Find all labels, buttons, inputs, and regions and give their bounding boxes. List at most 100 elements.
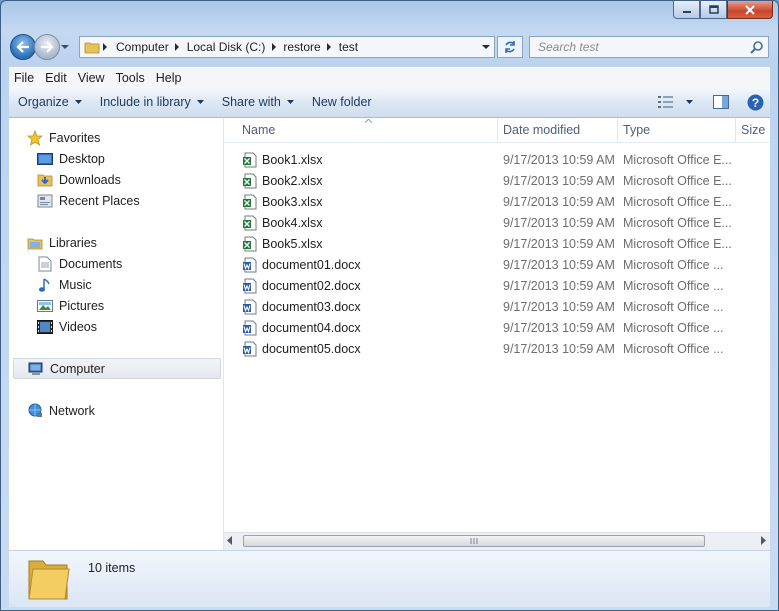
sidebar-item-label: Desktop (59, 151, 105, 166)
sidebar-item-pictures[interactable]: Pictures (37, 295, 104, 316)
breadcrumb-separator[interactable] (325, 43, 335, 51)
sidebar-item-label: Videos (59, 319, 97, 334)
organize-button[interactable]: Organize (9, 87, 91, 117)
sidebar-item-desktop[interactable]: Desktop (37, 148, 105, 169)
scroll-right-arrow-icon[interactable] (761, 536, 767, 545)
preview-pane-button[interactable] (713, 87, 729, 117)
share-with-button[interactable]: Share with (213, 87, 303, 117)
file-date: 9/17/2013 10:59 AM (503, 257, 615, 272)
caption-buttons (673, 1, 773, 21)
sidebar-item-computer[interactable]: Computer (13, 358, 221, 379)
sidebar-item-music[interactable]: Music (37, 274, 92, 295)
file-row[interactable]: Book1.xlsx 9/17/2013 10:59 AM Microsoft … (224, 149, 770, 170)
file-type: Microsoft Office ... (623, 320, 724, 335)
chevron-down-icon (686, 100, 693, 104)
breadcrumb-computer[interactable]: Computer (112, 40, 173, 54)
sidebar-item-label: Pictures (59, 298, 105, 313)
address-dropdown[interactable] (478, 37, 494, 57)
maximize-button[interactable] (700, 1, 727, 19)
file-name: Book5.xlsx (262, 236, 323, 251)
sidebar-item-label: Favorites (49, 130, 101, 145)
star-icon (27, 129, 43, 146)
file-type: Microsoft Office E... (623, 236, 732, 251)
menu-tools[interactable]: Tools (111, 71, 150, 85)
navigation-buttons (10, 34, 70, 60)
videos-icon (37, 319, 53, 335)
breadcrumb-restore[interactable]: restore (279, 40, 324, 54)
sidebar-item-network[interactable]: Network (27, 400, 95, 421)
close-button[interactable] (727, 1, 773, 19)
sidebar-item-downloads[interactable]: Downloads (37, 169, 121, 190)
column-header-type[interactable]: Type (623, 118, 650, 142)
file-name: document02.docx (262, 278, 361, 293)
file-type: Microsoft Office ... (623, 299, 724, 314)
file-row[interactable]: document01.docx 9/17/2013 10:59 AM Micro… (224, 254, 770, 275)
sidebar-item-favorites[interactable]: Favorites (27, 127, 100, 148)
file-row[interactable]: document04.docx 9/17/2013 10:59 AM Micro… (224, 317, 770, 338)
sidebar-item-documents[interactable]: Documents (37, 253, 122, 274)
file-row[interactable]: Book4.xlsx 9/17/2013 10:59 AM Microsoft … (224, 212, 770, 233)
sidebar-item-label: Network (49, 403, 95, 418)
address-bar[interactable]: Computer Local Disk (C:) restore test (79, 36, 495, 58)
file-row[interactable]: document02.docx 9/17/2013 10:59 AM Micro… (224, 275, 770, 296)
explorer-window: Computer Local Disk (C:) restore test Fi… (0, 0, 779, 611)
menu-help[interactable]: Help (151, 71, 187, 85)
file-row[interactable]: Book5.xlsx 9/17/2013 10:59 AM Microsoft … (224, 233, 770, 254)
file-date: 9/17/2013 10:59 AM (503, 341, 615, 356)
file-name: Book4.xlsx (262, 215, 323, 230)
column-divider[interactable] (497, 118, 498, 142)
breadcrumb-separator[interactable] (269, 43, 279, 51)
column-divider[interactable] (617, 118, 618, 142)
forward-button[interactable] (34, 34, 60, 60)
horizontal-scrollbar[interactable] (224, 532, 770, 550)
breadcrumb-separator[interactable] (173, 43, 183, 51)
search-input[interactable] (536, 39, 750, 55)
minimize-button[interactable] (673, 1, 700, 19)
file-type: Microsoft Office ... (623, 257, 724, 272)
column-header-date-modified[interactable]: Date modified (503, 118, 580, 142)
file-row[interactable]: document05.docx 9/17/2013 10:59 AM Micro… (224, 338, 770, 359)
breadcrumb: Computer Local Disk (C:) restore test (112, 40, 362, 54)
column-header-row: Name Date modified Type Size (224, 118, 770, 143)
column-header-size[interactable]: Size (741, 118, 765, 142)
new-folder-button[interactable]: New folder (303, 87, 381, 117)
file-row[interactable]: document03.docx 9/17/2013 10:59 AM Micro… (224, 296, 770, 317)
new-folder-label: New folder (311, 95, 372, 109)
file-list-pane: Name Date modified Type Size Book1.xlsx … (224, 118, 770, 550)
grip-icon (470, 538, 478, 544)
chevron-down-icon (61, 44, 69, 49)
file-row[interactable]: Book2.xlsx 9/17/2013 10:59 AM Microsoft … (224, 170, 770, 191)
include-in-library-button[interactable]: Include in library (91, 87, 213, 117)
word-icon (243, 278, 257, 293)
file-name: document03.docx (262, 299, 361, 314)
sidebar-item-label: Downloads (59, 172, 121, 187)
back-button[interactable] (10, 34, 36, 60)
menu-view[interactable]: View (73, 71, 110, 85)
help-button[interactable]: ? (747, 87, 764, 117)
refresh-button[interactable] (497, 36, 523, 58)
sidebar-item-videos[interactable]: Videos (37, 316, 97, 337)
search-icon[interactable] (750, 40, 764, 54)
scroll-left-arrow-icon[interactable] (227, 536, 233, 545)
back-arrow-icon (16, 41, 29, 53)
column-header-name[interactable]: Name (242, 118, 275, 142)
scrollbar-thumb[interactable] (243, 535, 705, 547)
file-row[interactable]: Book3.xlsx 9/17/2013 10:59 AM Microsoft … (224, 191, 770, 212)
file-name: document05.docx (262, 341, 361, 356)
forward-arrow-icon (41, 41, 54, 53)
breadcrumb-test[interactable]: test (335, 40, 362, 54)
change-view-button[interactable] (658, 87, 693, 117)
sidebar-item-recent-places[interactable]: Recent Places (37, 190, 140, 211)
sidebar-item-libraries[interactable]: Libraries (27, 232, 97, 253)
file-date: 9/17/2013 10:59 AM (503, 215, 615, 230)
column-divider[interactable] (735, 118, 736, 142)
recent-pages-dropdown[interactable] (60, 34, 70, 60)
chevron-down-icon (74, 100, 82, 104)
menu-file[interactable]: File (9, 71, 39, 85)
word-icon (243, 257, 257, 272)
excel-icon (243, 236, 257, 251)
breadcrumb-separator[interactable] (100, 43, 110, 51)
menu-edit[interactable]: Edit (40, 71, 72, 85)
view-controls: ? (648, 87, 764, 117)
breadcrumb-local-disk[interactable]: Local Disk (C:) (183, 40, 270, 54)
